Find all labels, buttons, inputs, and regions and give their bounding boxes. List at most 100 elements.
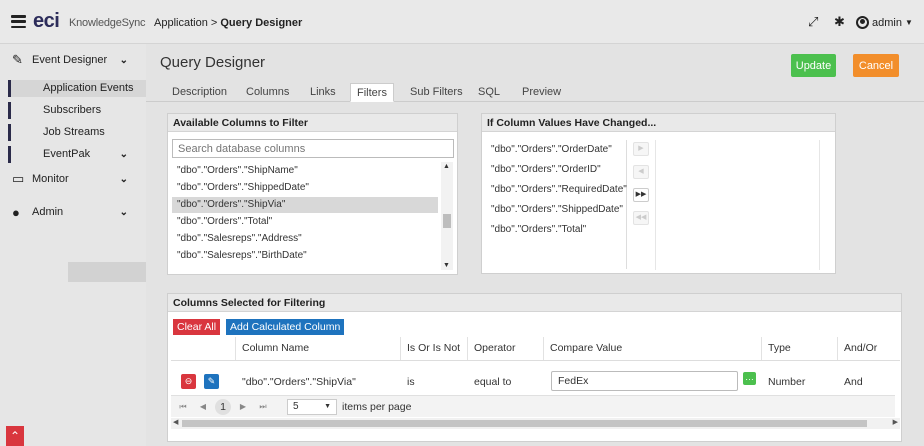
- sidebar-item-subscribers[interactable]: Subscribers: [8, 102, 146, 119]
- tab-sql[interactable]: SQL: [472, 83, 506, 102]
- tab-description[interactable]: Description: [166, 83, 233, 102]
- scroll-down-icon[interactable]: ▼: [443, 262, 450, 269]
- sidebar-item-job-streams[interactable]: Job Streams: [8, 124, 146, 141]
- tab-columns[interactable]: Columns: [240, 83, 295, 102]
- tab-sub-filters[interactable]: Sub Filters: [404, 83, 469, 102]
- scrollbar[interactable]: ▲ ▼: [441, 162, 453, 270]
- list-item[interactable]: "dbo"."Orders"."OrderID": [491, 162, 601, 178]
- panel-header: If Column Values Have Changed...: [482, 114, 835, 132]
- edit-icon: ✎: [12, 52, 23, 67]
- move-left-button[interactable]: ◀: [633, 165, 649, 179]
- page-number[interactable]: 1: [215, 398, 231, 415]
- scroll-left-icon[interactable]: ◀: [173, 418, 178, 426]
- column-header[interactable]: Is Or Is Not: [401, 337, 468, 360]
- scroll-top-button[interactable]: ⌃: [6, 426, 24, 446]
- sidebar-item-application-events[interactable]: Application Events: [8, 80, 146, 97]
- page-size-select[interactable]: 5 ▼: [287, 398, 337, 415]
- list-item-selected[interactable]: "dbo"."Orders"."ShipVia": [172, 197, 438, 213]
- ellipsis-icon: …: [745, 372, 754, 382]
- caret-down-icon: ▼: [904, 18, 913, 27]
- tab-preview[interactable]: Preview: [516, 83, 567, 102]
- list-item[interactable]: "dbo"."Salesreps"."BirthDate": [172, 248, 438, 264]
- chevron-up-icon: ⌃: [9, 429, 21, 443]
- main-content: Query Designer Update Cancel Description…: [146, 44, 924, 446]
- scroll-up-icon[interactable]: ▲: [443, 163, 450, 170]
- column-header[interactable]: Operator: [468, 337, 544, 360]
- user-menu[interactable]: admin ▼: [856, 16, 913, 29]
- sidebar: ✎ Event Designer ⌄ Application Events Su…: [0, 44, 146, 446]
- chevron-down-icon: ⌄: [119, 54, 128, 66]
- panel-header: Available Columns to Filter: [168, 114, 457, 132]
- grid-header: Column Name Is Or Is Not Operator Compar…: [171, 337, 900, 361]
- scrollbar-thumb[interactable]: [182, 420, 867, 427]
- double-chevron-right-icon: ▶▶: [635, 191, 647, 198]
- list-item[interactable]: "dbo"."Orders"."OrderDate": [491, 142, 612, 158]
- compare-value-options-button[interactable]: …: [743, 372, 756, 385]
- hamburger-menu-icon[interactable]: [11, 15, 26, 28]
- user-icon: ●: [12, 204, 20, 220]
- sidebar-item-monitor[interactable]: ▭ Monitor ⌄: [0, 165, 146, 193]
- first-page-icon[interactable]: ⏮: [175, 399, 191, 415]
- filtering-panel: Columns Selected for Filtering Clear All…: [167, 293, 902, 442]
- move-all-left-button[interactable]: ◀◀: [633, 211, 649, 225]
- update-button[interactable]: Update: [791, 54, 836, 77]
- sidebar-item-eventpak[interactable]: EventPak ⌄: [8, 146, 146, 163]
- sidebar-item-label: Event Designer: [32, 54, 108, 66]
- column-header-actions: [171, 337, 236, 360]
- scrollbar-thumb[interactable]: [443, 214, 451, 228]
- prev-page-icon[interactable]: ◀: [195, 399, 211, 415]
- clear-all-button[interactable]: Clear All: [173, 319, 221, 335]
- list-item[interactable]: "dbo"."Orders"."Total": [491, 222, 586, 238]
- tab-filters[interactable]: Filters: [350, 83, 394, 102]
- panel-header: Columns Selected for Filtering: [168, 294, 901, 312]
- column-header[interactable]: Compare Value: [544, 337, 762, 360]
- items-per-page-label: items per page: [342, 400, 412, 413]
- delete-row-button[interactable]: ⊖: [181, 374, 196, 389]
- eci-logo: eci: [33, 10, 60, 32]
- list-item[interactable]: "dbo"."Orders"."RequiredDate": [491, 182, 627, 198]
- tab-links[interactable]: Links: [304, 83, 342, 102]
- cancel-button[interactable]: Cancel: [853, 54, 899, 77]
- sidebar-item-event-designer[interactable]: ✎ Event Designer ⌄: [0, 46, 146, 74]
- page-title: Query Designer: [160, 54, 266, 71]
- product-name: KnowledgeSync: [69, 17, 146, 29]
- search-input[interactable]: [172, 139, 454, 158]
- breadcrumb: Application > Query Designer: [154, 17, 302, 29]
- minus-circle-icon: ⊖: [184, 376, 193, 386]
- column-header[interactable]: And/Or: [838, 337, 900, 360]
- double-chevron-left-icon: ◀◀: [635, 214, 647, 221]
- chevron-down-icon: ⌄: [119, 149, 128, 160]
- caret-down-icon: ▼: [324, 403, 331, 410]
- compare-value-input[interactable]: [551, 371, 738, 391]
- top-bar: eci KnowledgeSync Application > Query De…: [0, 0, 924, 44]
- move-right-button[interactable]: ▶: [633, 142, 649, 156]
- changed-source-list: "dbo"."Orders"."OrderDate" "dbo"."Orders…: [486, 140, 627, 269]
- edit-icon: ✎: [207, 376, 216, 386]
- add-calculated-column-button[interactable]: Add Calculated Column: [226, 319, 345, 335]
- sidebar-item-label: Admin: [32, 206, 64, 218]
- move-all-right-button[interactable]: ▶▶: [633, 188, 649, 202]
- edit-row-button[interactable]: ✎: [204, 374, 219, 389]
- breadcrumb-current: Query Designer: [220, 17, 303, 29]
- list-item[interactable]: "dbo"."Orders"."Total": [172, 214, 438, 230]
- expand-icon[interactable]: ⤢: [808, 14, 818, 30]
- column-header[interactable]: Column Name: [236, 337, 401, 360]
- breadcrumb-parent[interactable]: Application >: [154, 17, 220, 29]
- chevron-left-icon: ◀: [638, 168, 644, 175]
- scroll-right-icon[interactable]: ▶: [893, 418, 898, 426]
- tab-bar: Description Columns Links Filters Sub Fi…: [146, 83, 924, 102]
- list-item[interactable]: "dbo"."Orders"."ShipName": [172, 163, 438, 179]
- page-size-value: 5: [293, 401, 299, 412]
- sidebar-item-admin[interactable]: ● Admin ⌄: [0, 198, 146, 226]
- gear-icon[interactable]: ✱: [834, 14, 845, 30]
- chevron-down-icon: ⌄: [119, 206, 128, 218]
- pager: ⏮ ◀ 1 ▶ ⏭ 5 ▼ items per page: [171, 395, 895, 417]
- next-page-icon[interactable]: ▶: [235, 399, 251, 415]
- list-item[interactable]: "dbo"."Salesreps"."Address": [172, 231, 438, 247]
- last-page-icon[interactable]: ⏭: [255, 399, 271, 415]
- list-item[interactable]: "dbo"."Orders"."ShippedDate": [491, 202, 623, 218]
- changed-target-list[interactable]: [655, 140, 820, 270]
- column-header[interactable]: Type: [762, 337, 838, 360]
- horizontal-scrollbar[interactable]: ◀ ▶: [171, 418, 900, 429]
- list-item[interactable]: "dbo"."Orders"."ShippedDate": [172, 180, 438, 196]
